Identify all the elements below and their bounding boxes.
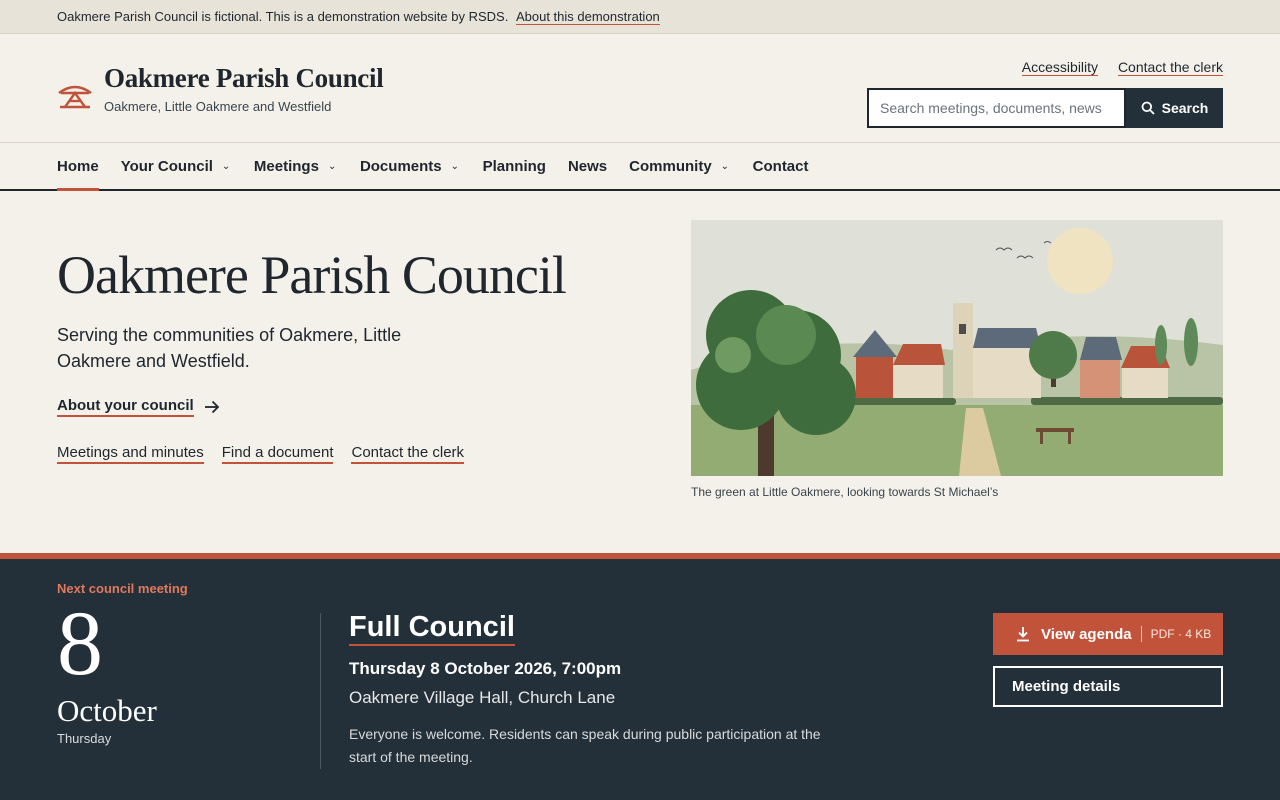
nav-item-documents[interactable]: Documents ⌄ [360,143,461,189]
search-button[interactable]: Search [1126,88,1223,128]
site-header: Oakmere Parish Council Oakmere, Little O… [0,35,1280,143]
meeting-details-button[interactable]: Meeting details [993,666,1223,707]
meetings-minutes-link[interactable]: Meetings and minutes [57,444,204,464]
demo-banner: Oakmere Parish Council is fictional. Thi… [0,0,1280,34]
village-green-illustration [691,220,1223,476]
meeting-divider [320,613,321,769]
nav-item-planning[interactable]: Planning [483,143,546,189]
search-button-label: Search [1161,100,1209,116]
meeting-details-label: Meeting details [1012,678,1121,695]
chevron-down-icon: ⌄ [720,160,730,172]
image-caption: The green at Little Oakmere, looking tow… [691,485,999,499]
meeting-weekday: Thursday [57,731,112,746]
about-council-label: About your council [57,397,194,417]
chevron-down-icon: ⌄ [450,160,460,172]
demo-banner-text: Oakmere Parish Council is fictional. Thi… [57,9,509,24]
about-council-link[interactable]: About your council [57,397,220,417]
view-agenda-label: View agenda [1041,625,1132,643]
site-subtitle: Oakmere, Little Oakmere and Westfield [104,99,332,114]
nav-item-label: Community [629,157,712,175]
hero-quick-links: Meetings and minutes Find a document Con… [57,444,465,464]
meeting-datetime: Thursday 8 October 2026, 7:00pm [349,659,622,678]
accessibility-link[interactable]: Accessibility [1021,59,1099,76]
search-form: Search [867,88,1223,128]
nav-item-label: News [567,157,608,175]
nav-item-label: Documents [359,157,442,175]
arrow-right-icon [204,400,219,414]
find-document-link[interactable]: Find a document [221,444,334,464]
meeting-month: October [57,693,157,728]
download-icon [1017,627,1029,642]
nav-item-community[interactable]: Community ⌄ [629,143,731,189]
meeting-title-link[interactable]: Full Council [349,611,515,646]
contact-clerk-link[interactable]: Contact the clerk [1117,59,1223,76]
search-icon [1141,101,1155,115]
main-nav: Home Your Council ⌄ Meetings ⌄ Documents… [0,143,1280,191]
hero-title: Oakmere Parish Council [57,245,567,305]
hero-intro: Serving the communities of Oakmere, Litt… [57,325,402,371]
search-input[interactable] [867,88,1126,128]
nav-item-label: Meetings [253,157,319,175]
nav-item-meetings[interactable]: Meetings ⌄ [254,143,338,189]
nav-item-label: Contact [752,157,809,175]
view-agenda-button[interactable]: View agenda PDF · 4 KB [993,613,1223,655]
contact-clerk-hero-link[interactable]: Contact the clerk [351,444,465,464]
meeting-day-number: 8 [57,592,103,694]
chevron-down-icon: ⌄ [221,160,231,172]
nav-item-home[interactable]: Home [57,143,99,191]
site-title[interactable]: Oakmere Parish Council [104,63,384,94]
nav-item-label: Home [57,157,99,175]
meeting-venue: Oakmere Village Hall, Church Lane [349,688,616,707]
agenda-separator [1140,626,1142,642]
chevron-down-icon: ⌄ [327,160,337,172]
next-meeting-panel: Next council meeting 8 October Thursday … [0,559,1280,800]
meeting-description: Everyone is welcome. Residents can speak… [349,726,821,765]
nav-item-contact[interactable]: Contact [753,143,809,189]
agenda-file-meta: PDF · 4 KB [1150,627,1212,641]
bridge-logo-icon [58,85,92,109]
nav-item-your-council[interactable]: Your Council ⌄ [121,143,232,189]
nav-item-label: Planning [482,157,546,175]
utility-links: Accessibility Contact the clerk [1006,59,1223,76]
about-demo-link[interactable]: About this demonstration [515,9,660,25]
nav-item-label: Your Council [120,157,213,175]
nav-item-news[interactable]: News [568,143,607,189]
